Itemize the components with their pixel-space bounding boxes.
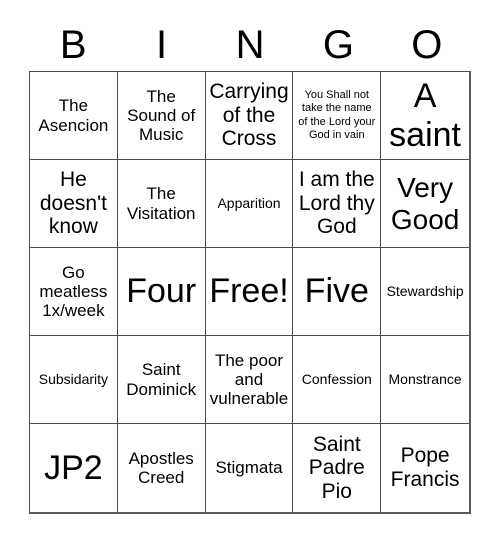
bingo-cell[interactable]: A saint — [381, 72, 469, 160]
bingo-header-letter-g: G — [322, 22, 354, 67]
bingo-cell[interactable]: Four — [117, 248, 206, 336]
bingo-cell-label: Carrying of the Cross — [209, 80, 289, 151]
bingo-cell[interactable]: Monstrance — [381, 336, 469, 424]
bingo-cell[interactable]: Go meatless 1x/week — [30, 248, 118, 336]
bingo-cell[interactable]: Apostles Creed — [117, 424, 206, 512]
bingo-cell[interactable]: Saint Dominick — [117, 336, 206, 424]
bingo-free-space[interactable]: Free! — [205, 248, 294, 336]
bingo-cell-label: Saint Padre Pio — [308, 432, 365, 503]
bingo-cell-label: You Shall not take the name of the Lord … — [298, 89, 376, 141]
bingo-cell-label: Subsidarity — [38, 370, 109, 387]
bingo-cell-label: The poor and vulnerable — [209, 350, 289, 409]
bingo-header-letter-b: B — [59, 22, 87, 67]
bingo-cell-label: Four — [126, 272, 197, 311]
bingo-cell[interactable]: Apparition — [205, 160, 294, 248]
bingo-cell-label: JP2 — [44, 448, 103, 487]
bingo-cell[interactable]: JP2 — [30, 424, 118, 512]
bingo-cell[interactable]: Pope Francis — [381, 424, 469, 512]
bingo-cell-label: The Sound of Music — [127, 86, 196, 145]
bingo-cell-label: Apparition — [217, 194, 281, 211]
bingo-cell-label: The Asencion — [38, 96, 109, 135]
bingo-cell[interactable]: You Shall not take the name of the Lord … — [293, 72, 382, 160]
bingo-cell[interactable]: Subsidarity — [30, 336, 118, 424]
bingo-cell-label: Apostles Creed — [128, 448, 194, 487]
bingo-cell-label: The Visitation — [126, 184, 196, 223]
bingo-cell-label: A saint — [389, 77, 461, 154]
bingo-card: B I N G O The Asencion The Sound of Music Carr… — [0, 0, 500, 544]
bingo-cell-label: I am the Lord thy God — [298, 168, 375, 239]
bingo-header-letter-n: N — [235, 22, 265, 67]
bingo-cell[interactable]: Saint Padre Pio — [293, 424, 382, 512]
bingo-cell[interactable]: Stewardship — [381, 248, 469, 336]
bingo-header-letter-o: O — [411, 22, 443, 67]
bingo-cell-label: Monstrance — [388, 370, 462, 387]
bingo-cell[interactable]: The Asencion — [30, 72, 118, 160]
bingo-cell[interactable]: He doesn't know — [30, 160, 118, 248]
bingo-cell[interactable]: Very Good — [381, 160, 469, 248]
bingo-cell[interactable]: Five — [293, 248, 382, 336]
bingo-cell[interactable]: Carrying of the Cross — [205, 72, 294, 160]
bingo-cell-label: Go meatless 1x/week — [39, 262, 108, 321]
bingo-cell-label: Confession — [301, 370, 372, 387]
bingo-cell-label: Pope Francis — [390, 444, 460, 491]
bingo-cell-label: Very Good — [390, 172, 460, 235]
bingo-cell[interactable]: Confession — [293, 336, 382, 424]
bingo-cell[interactable]: The Sound of Music — [117, 72, 206, 160]
bingo-cell[interactable]: The poor and vulnerable — [205, 336, 294, 424]
bingo-cell-label: Free! — [209, 272, 289, 311]
bingo-cell[interactable]: The Visitation — [117, 160, 206, 248]
bingo-header-row: BINGO — [29, 18, 471, 71]
bingo-cell-label: Stigmata — [215, 458, 283, 478]
bingo-header-letter-i: I — [156, 22, 168, 67]
bingo-grid: The Asencion The Sound of Music Carrying o… — [29, 71, 471, 514]
bingo-cell-label: He doesn't know — [39, 168, 107, 239]
bingo-cell-label: Five — [304, 272, 369, 311]
bingo-cell[interactable]: I am the Lord thy God — [293, 160, 382, 248]
bingo-cell-label: Saint Dominick — [126, 360, 197, 399]
bingo-cell-label: Stewardship — [386, 282, 464, 299]
bingo-cell[interactable]: Stigmata — [205, 424, 294, 512]
